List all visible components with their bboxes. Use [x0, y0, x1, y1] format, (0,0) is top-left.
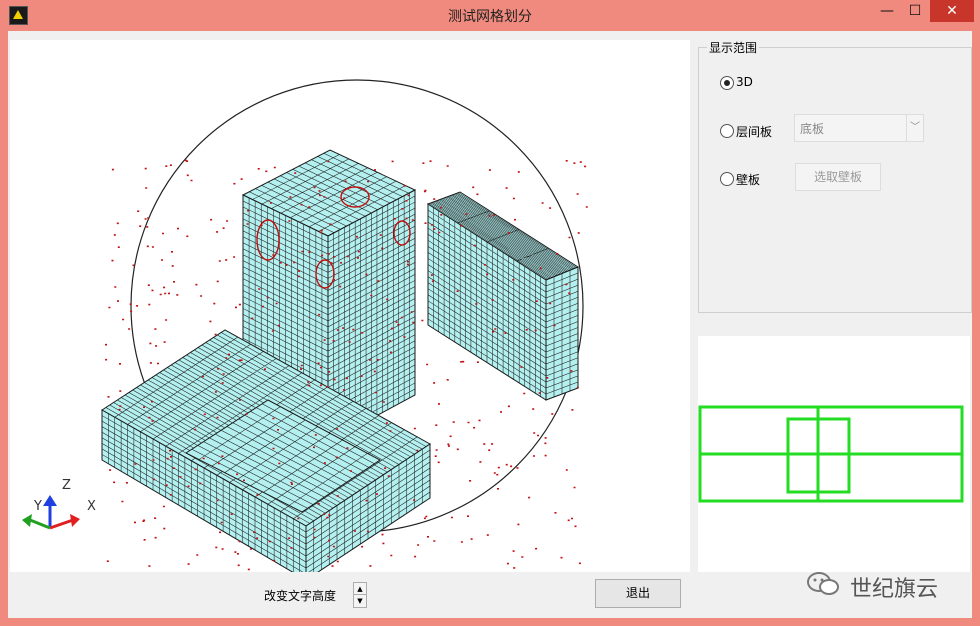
axis-y-arrow: [22, 514, 32, 527]
minimize-button[interactable]: —: [874, 0, 900, 22]
pick-wall-button[interactable]: 选取壁板: [795, 163, 881, 191]
exit-button[interactable]: 退出: [595, 579, 681, 608]
floor-select[interactable]: 底板 ﹀: [794, 114, 924, 142]
wechat-icon: [807, 572, 839, 595]
radio-wall-label[interactable]: 壁板: [736, 171, 760, 188]
text-height-spinner[interactable]: ▲ ▼: [353, 582, 367, 608]
maximize-button[interactable]: ☐: [902, 0, 928, 22]
radio-3d[interactable]: [720, 76, 734, 90]
radio-floor-slab-label[interactable]: 层间板: [736, 123, 772, 140]
axis-x-label: X: [87, 499, 96, 514]
radio-floor-slab[interactable]: [720, 124, 734, 138]
axis-y-line: [29, 518, 51, 530]
client-area: Z X Y 显示范围 3D 层间板 底板 ﹀ 壁板 选取壁板 改变文字高度 ▲ ▼ …: [8, 31, 972, 618]
mesh-viewport[interactable]: Z X Y: [10, 40, 690, 572]
radio-3d-label[interactable]: 3D: [736, 75, 753, 89]
title-bar: 测试网格划分 — ☐ ✕: [0, 0, 980, 30]
axis-x-arrow: [70, 514, 80, 527]
close-button[interactable]: ✕: [930, 0, 974, 22]
spin-down-icon[interactable]: ▼: [354, 595, 366, 607]
spin-up-icon[interactable]: ▲: [354, 583, 366, 595]
plan-preview-drawing: [698, 405, 964, 503]
axis-z-label: Z: [62, 478, 71, 493]
text-height-label: 改变文字高度: [264, 589, 337, 603]
mesh-canvas[interactable]: Z X Y: [10, 40, 690, 572]
floor-select-value: 底板: [800, 122, 825, 136]
watermark: 世纪旗云: [806, 567, 966, 603]
display-range-group: 显示范围 3D 层间板 底板 ﹀ 壁板 选取壁板: [698, 39, 972, 313]
plan-preview: [698, 336, 970, 572]
axis-x-line: [49, 518, 74, 530]
radio-wall[interactable]: [720, 172, 734, 186]
watermark-text: 世纪旗云: [850, 577, 939, 602]
group-title: 显示范围: [707, 39, 760, 56]
window-title: 测试网格划分: [448, 9, 532, 25]
chevron-down-icon[interactable]: ﹀: [906, 115, 923, 141]
axis-z-arrow: [43, 495, 57, 506]
axis-y-label: Y: [33, 499, 42, 514]
